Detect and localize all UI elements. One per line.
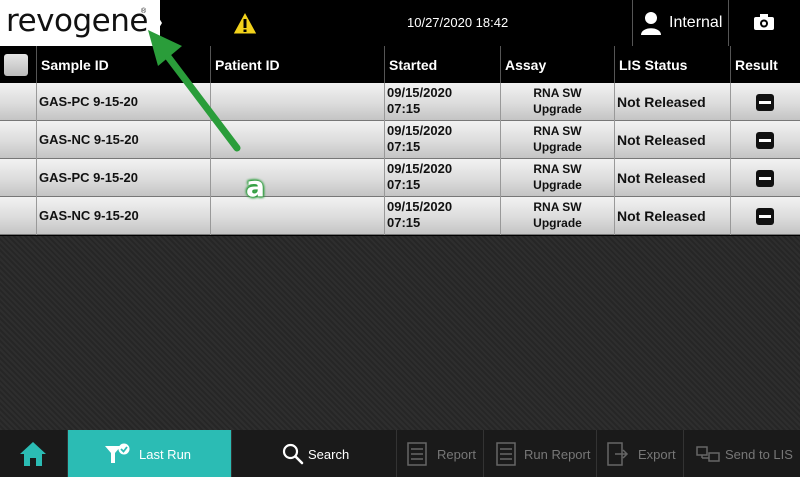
last-run-label: Last Run bbox=[139, 447, 192, 462]
assay-cell: RNA SW Upgrade bbox=[500, 83, 614, 121]
table-row[interactable]: GAS-PC 9-15-20 09/15/2020 07:15 RNA SW U… bbox=[0, 83, 800, 121]
assay-name: RNA SW bbox=[533, 86, 582, 100]
patient-id-cell bbox=[210, 159, 384, 197]
filter-check-icon bbox=[105, 443, 130, 463]
logo: revogene ® bbox=[0, 0, 160, 46]
send-to-lis-label: Send to LIS bbox=[725, 447, 793, 462]
result-minus-icon[interactable] bbox=[756, 132, 774, 149]
assay-version: Upgrade bbox=[533, 178, 582, 192]
sample-id-cell: GAS-PC 9-15-20 bbox=[36, 159, 210, 197]
annotation-arrow-icon bbox=[148, 30, 241, 152]
started-time: 07:15 bbox=[387, 215, 421, 230]
table-header: Sample ID Patient ID Started Assay LIS S… bbox=[0, 46, 800, 83]
started-date: 09/15/2020 bbox=[387, 123, 453, 138]
select-all-checkbox[interactable] bbox=[4, 54, 28, 76]
result-cell[interactable] bbox=[730, 197, 800, 235]
assay-cell: RNA SW Upgrade bbox=[500, 159, 614, 197]
started-cell: 09/15/2020 07:15 bbox=[384, 197, 500, 235]
home-button[interactable] bbox=[0, 430, 67, 477]
column-header-started[interactable]: Started bbox=[384, 46, 500, 83]
started-date: 09/15/2020 bbox=[387, 161, 453, 176]
report-icon bbox=[407, 442, 427, 466]
run-report-label: Run Report bbox=[524, 447, 591, 462]
export-label: Export bbox=[638, 447, 676, 462]
lis-status-cell: Not Released bbox=[614, 121, 730, 159]
logo-text: revogene bbox=[6, 3, 148, 39]
search-label: Search bbox=[308, 447, 350, 462]
assay-name: RNA SW bbox=[533, 200, 582, 214]
user-button[interactable]: Internal bbox=[632, 0, 728, 46]
camera-icon bbox=[754, 14, 774, 30]
report-label: Report bbox=[437, 447, 477, 462]
lis-status-cell: Not Released bbox=[614, 197, 730, 235]
assay-name: RNA SW bbox=[533, 162, 582, 176]
empty-list-area bbox=[0, 236, 800, 430]
assay-name: RNA SW bbox=[533, 124, 582, 138]
result-cell[interactable] bbox=[730, 121, 800, 159]
header-bar: revogene ® 10/27/2020 18:42 Internal bbox=[0, 0, 800, 46]
bottom-toolbar: Last Run Search Report Run Report Export… bbox=[0, 430, 800, 477]
user-label: Internal bbox=[669, 14, 723, 31]
column-header-lis-status[interactable]: LIS Status bbox=[614, 46, 730, 83]
user-icon bbox=[641, 12, 661, 35]
send-to-lis-icon bbox=[696, 446, 720, 462]
started-cell: 09/15/2020 07:15 bbox=[384, 121, 500, 159]
export-button[interactable]: Export bbox=[596, 430, 683, 477]
logo-registered-mark: ® bbox=[141, 8, 147, 15]
assay-version: Upgrade bbox=[533, 216, 582, 230]
assay-version: Upgrade bbox=[533, 102, 582, 116]
started-time: 07:15 bbox=[387, 101, 421, 116]
assay-cell: RNA SW Upgrade bbox=[500, 197, 614, 235]
run-report-icon bbox=[496, 442, 516, 466]
sample-id-cell: GAS-NC 9-15-20 bbox=[36, 197, 210, 235]
result-minus-icon[interactable] bbox=[756, 94, 774, 111]
table-row[interactable]: GAS-PC 9-15-20 09/15/2020 07:15 RNA SW U… bbox=[0, 159, 800, 197]
row-select-cell[interactable] bbox=[0, 121, 36, 159]
camera-button[interactable] bbox=[728, 0, 800, 46]
run-report-button[interactable]: Run Report bbox=[483, 430, 596, 477]
column-header-result[interactable]: Result bbox=[730, 46, 800, 83]
lis-status-cell: Not Released bbox=[614, 159, 730, 197]
home-icon bbox=[20, 442, 46, 466]
send-to-lis-button[interactable]: Send to LIS bbox=[683, 430, 800, 477]
assay-version: Upgrade bbox=[533, 140, 582, 154]
patient-id-cell bbox=[210, 197, 384, 235]
report-button[interactable]: Report bbox=[396, 430, 483, 477]
row-select-cell[interactable] bbox=[0, 83, 36, 121]
started-date: 09/15/2020 bbox=[387, 85, 453, 100]
datetime-display: 10/27/2020 18:42 bbox=[407, 15, 509, 30]
result-cell[interactable] bbox=[730, 83, 800, 121]
started-cell: 09/15/2020 07:15 bbox=[384, 159, 500, 197]
row-select-cell[interactable] bbox=[0, 197, 36, 235]
column-header-assay[interactable]: Assay bbox=[500, 46, 614, 83]
annotation-label: a bbox=[246, 170, 265, 203]
row-select-cell[interactable] bbox=[0, 159, 36, 197]
export-icon bbox=[607, 442, 629, 466]
search-icon bbox=[282, 443, 304, 465]
results-table: GAS-PC 9-15-20 09/15/2020 07:15 RNA SW U… bbox=[0, 83, 800, 235]
started-time: 07:15 bbox=[387, 177, 421, 192]
started-cell: 09/15/2020 07:15 bbox=[384, 83, 500, 121]
last-run-button[interactable]: Last Run bbox=[67, 430, 231, 477]
search-button[interactable]: Search bbox=[231, 430, 396, 477]
assay-cell: RNA SW Upgrade bbox=[500, 121, 614, 159]
lis-status-cell: Not Released bbox=[614, 83, 730, 121]
started-time: 07:15 bbox=[387, 139, 421, 154]
result-minus-icon[interactable] bbox=[756, 208, 774, 225]
started-date: 09/15/2020 bbox=[387, 199, 453, 214]
table-row[interactable]: GAS-NC 9-15-20 09/15/2020 07:15 RNA SW U… bbox=[0, 121, 800, 159]
result-minus-icon[interactable] bbox=[756, 170, 774, 187]
table-row[interactable]: GAS-NC 9-15-20 09/15/2020 07:15 RNA SW U… bbox=[0, 197, 800, 235]
result-cell[interactable] bbox=[730, 159, 800, 197]
